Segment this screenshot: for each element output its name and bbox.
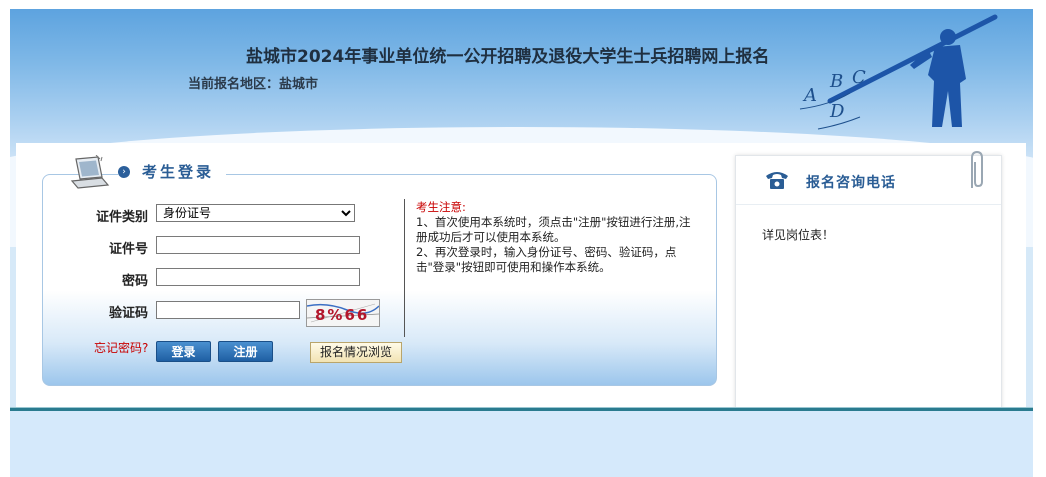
vertical-divider xyxy=(404,199,405,337)
captcha-input[interactable] xyxy=(156,301,300,319)
deco-letter-c: C xyxy=(852,67,866,88)
contact-panel-header: 报名咨询电话 xyxy=(736,150,1001,205)
contact-panel-title: 报名咨询电话 xyxy=(806,175,896,191)
deco-letter-b: B xyxy=(829,71,843,92)
captcha-image[interactable]: 8%66 xyxy=(306,299,380,327)
register-button[interactable]: 注册 xyxy=(218,341,273,362)
footer-area xyxy=(10,411,1033,477)
contact-panel: 报名咨询电话 详见岗位表！ xyxy=(735,150,1002,410)
id-type-label: 证件类别 xyxy=(95,210,148,225)
login-section-title: 考生登录 xyxy=(142,163,215,181)
contact-info-text: 详见岗位表！ xyxy=(762,228,835,242)
login-section-header: › 考生登录 xyxy=(118,161,227,182)
page: 盐城市2024年事业单位统一公开招聘及退役大学生士兵招聘网上报名 当前报名地区：… xyxy=(10,9,1033,477)
forgot-password-link[interactable]: 忘记密码? xyxy=(94,339,148,356)
browse-registration-button[interactable]: 报名情况浏览 xyxy=(310,342,402,363)
notice-line-1: 1、首次使用本系统时，须点击"注册"按钮进行注册,注册成功后才可以使用本系统。 xyxy=(416,215,691,244)
id-type-select[interactable]: 身份证号 xyxy=(156,204,355,222)
id-number-label: 证件号 xyxy=(108,242,148,257)
notice-box: 考生注意: 1、首次使用本系统时，须点击"注册"按钮进行注册,注册成功后才可以使… xyxy=(416,200,698,275)
region-label: 当前报名地区：盐城市 xyxy=(188,77,319,92)
deco-letter-d: D xyxy=(829,101,845,122)
laptop-icon xyxy=(70,155,110,189)
page-title: 盐城市2024年事业单位统一公开招聘及退役大学生士兵招聘网上报名 xyxy=(246,47,770,67)
password-label: 密码 xyxy=(121,274,148,289)
notice-title: 考生注意: xyxy=(416,200,466,214)
header-figure-illustration: A B C D xyxy=(799,14,998,130)
password-input[interactable] xyxy=(156,268,360,286)
deco-letter-a: A xyxy=(802,85,817,106)
captcha-label: 验证码 xyxy=(108,306,148,321)
captcha-text: 8%66 xyxy=(315,306,369,324)
notice-line-2: 2、再次登录时，输入身份证号、密码、验证码，点击"登录"按钮即可使用和操作本系统… xyxy=(416,245,677,274)
phone-icon xyxy=(766,172,788,189)
chevron-right-icon: › xyxy=(118,165,130,178)
paperclip-icon xyxy=(971,150,983,188)
id-number-input[interactable] xyxy=(156,236,360,254)
login-button[interactable]: 登录 xyxy=(156,341,211,362)
